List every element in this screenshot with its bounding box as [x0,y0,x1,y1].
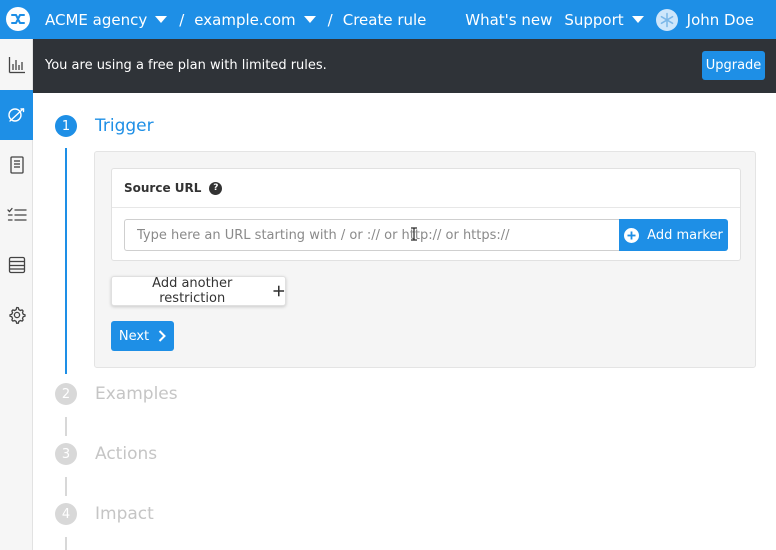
breadcrumb-current-page: Create rule [343,11,427,29]
add-restriction-label: Add another restriction [152,276,233,306]
step-connector [65,417,67,436]
breadcrumb-current-label: Create rule [342,10,427,29]
source-url-header: Source URL ? [112,169,740,208]
rules-icon [7,108,24,122]
next-label: Next [118,328,150,344]
add-marker-label: Add marker [647,227,723,243]
step-label-trigger[interactable]: Trigger [95,116,154,136]
top-bar: ACME agency / example.com / Create rule … [0,0,776,39]
snowflake-icon [660,12,674,27]
support-label: Support [564,10,624,29]
step-number-4: 4 [55,503,77,525]
top-right-nav: What's new Support John Doe [453,0,754,39]
support-menu[interactable]: Support [564,10,644,29]
whats-new-label: What's new [465,10,553,29]
sidebar-item-pages[interactable] [0,140,33,190]
step-label-actions[interactable]: Actions [95,444,157,464]
breadcrumb-organization[interactable]: ACME agency [45,10,168,29]
add-restriction-button[interactable]: Add another restriction [111,276,286,306]
user-name: John Doe [686,10,754,29]
sidebar-item-settings[interactable] [0,290,33,340]
source-url-label: Source URL [124,181,202,195]
upgrade-button[interactable]: Upgrade [702,51,765,80]
caret-down-icon [303,16,316,23]
step-number-2: 2 [55,383,77,405]
step-number-3: 3 [55,443,77,465]
sidebar-item-database[interactable] [0,240,33,290]
whats-new-link[interactable]: What's new [465,11,552,29]
caret-down-icon [631,16,644,23]
text-cursor-icon [411,227,417,241]
breadcrumb: ACME agency / example.com / Create rule [45,0,426,39]
sidebar-item-rules[interactable] [0,90,33,140]
breadcrumb-site[interactable]: example.com [194,10,316,29]
step-label-examples[interactable]: Examples [95,384,178,404]
help-icon[interactable]: ? [209,181,223,195]
next-button[interactable]: Next [111,321,174,351]
step-connector [65,477,67,496]
checklist-icon [6,207,27,221]
sidebar [0,39,33,550]
add-marker-button[interactable]: Add marker [619,219,728,251]
plus-circle-icon [624,227,640,243]
sidebar-item-analytics[interactable] [0,40,33,90]
sidebar-item-checklist[interactable] [0,190,33,240]
source-url-input[interactable] [124,219,620,251]
caret-down-icon [155,16,168,23]
plus-icon [273,285,285,297]
chevron-right-icon [158,330,167,342]
breadcrumb-site-label: example.com [194,10,296,29]
step-label-impact[interactable]: Impact [95,504,154,524]
user-menu[interactable]: John Doe [655,8,754,31]
step-connector [65,537,67,550]
avatar [655,8,678,31]
source-url-card: Source URL ? Add marker [111,168,741,261]
app-logo-icon[interactable] [6,7,30,31]
breadcrumb-separator: / [179,10,185,29]
plan-banner-message: You are using a free plan with limited r… [45,58,327,73]
trigger-panel: Source URL ? Add marker Add another rest… [94,151,756,368]
breadcrumb-organization-label: ACME agency [45,10,148,29]
document-icon [9,156,24,174]
database-icon [8,256,25,274]
bar-chart-icon [8,57,25,74]
plan-banner: You are using a free plan with limited r… [33,39,776,93]
breadcrumb-separator: / [327,10,333,29]
step-number-1: 1 [55,115,77,137]
step-connector-active [65,148,67,374]
gear-icon [8,306,26,324]
